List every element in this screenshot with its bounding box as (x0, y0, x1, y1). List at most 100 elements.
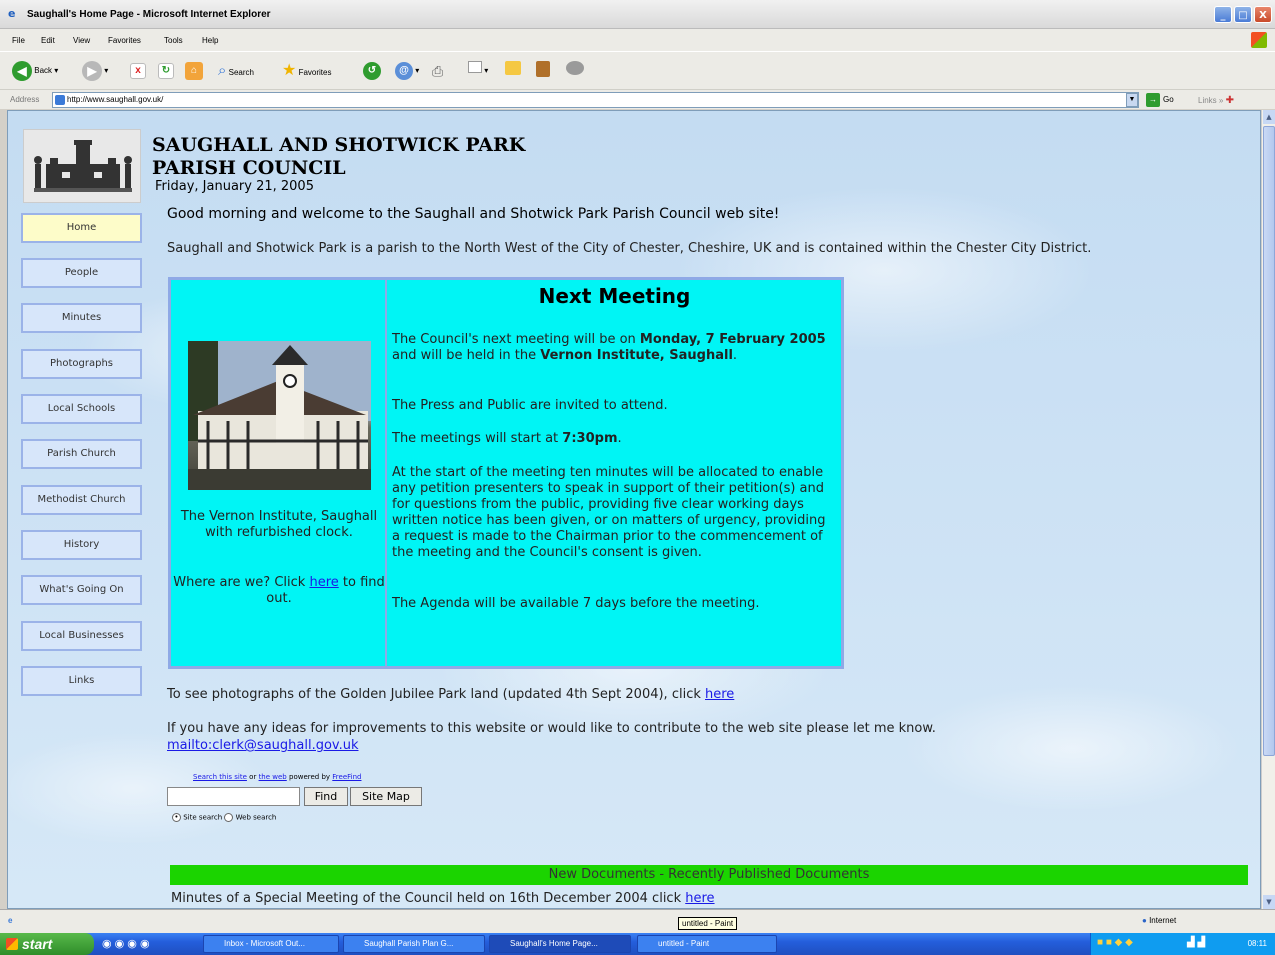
start-time-text: The meetings will start at 7:30pm. (392, 431, 622, 446)
meeting-heading: Next Meeting (538, 284, 691, 308)
windows-logo-icon (1251, 32, 1267, 48)
freefind-link[interactable]: FreeFind (332, 773, 361, 781)
search-site-link[interactable]: Search this site (193, 773, 247, 781)
intro-text: Saughall and Shotwick Park is a parish t… (167, 241, 1092, 256)
forward-button[interactable]: ▶ ▾ (82, 61, 108, 81)
start-button[interactable]: start (0, 933, 94, 955)
nav-local-businesses[interactable]: Local Businesses (21, 621, 142, 651)
status-page-icon: e (8, 916, 13, 925)
address-label: Address (10, 95, 40, 104)
stop-icon: x (130, 62, 146, 79)
task-parish-plan[interactable]: Saughall Parish Plan G... (343, 935, 485, 953)
menu-help[interactable]: Help (202, 36, 218, 45)
menu-tools[interactable]: Tools (164, 36, 183, 45)
task-paint[interactable]: untitled - Paint (637, 935, 777, 953)
nav-methodist-church[interactable]: Methodist Church (21, 485, 142, 515)
task-saughall-home[interactable]: Saughall's Home Page... (489, 935, 631, 953)
mail-button[interactable]: @ ▾ (395, 61, 419, 81)
web-search-radio[interactable] (224, 813, 234, 822)
address-bar: Address http://www.saughall.gov.uk/ ▼ → G… (0, 89, 1275, 109)
menu-edit[interactable]: Edit (41, 36, 55, 45)
go-arrow-icon: → (1146, 93, 1160, 107)
nav-links[interactable]: Links (21, 666, 142, 696)
zone-indicator: ● Internet (1142, 916, 1177, 925)
agenda-text: The Agenda will be available 7 days befo… (392, 596, 760, 611)
nav-history[interactable]: History (21, 530, 142, 560)
messenger-button[interactable] (566, 61, 584, 81)
site-search-radio[interactable]: • (172, 813, 181, 822)
taskbar: start ◉ ◉ ◉ ◉ Inbox - Microsoft Out... S… (0, 933, 1275, 955)
nav-photographs[interactable]: Photographs (21, 349, 142, 379)
close-button[interactable]: X (1254, 6, 1272, 23)
nav-people[interactable]: People (21, 258, 142, 288)
menu-file[interactable]: File (12, 36, 25, 45)
edit-button[interactable]: ▾ (468, 61, 488, 81)
minimize-button[interactable]: _ (1214, 6, 1232, 23)
star-icon: ★ (282, 62, 297, 79)
search-scope: • Site search Web search (172, 813, 276, 822)
nav-parish-church[interactable]: Parish Church (21, 439, 142, 469)
address-input[interactable]: http://www.saughall.gov.uk/ (52, 92, 1139, 108)
globe-icon: ● (1142, 916, 1147, 925)
history-button[interactable]: ↺ (363, 61, 381, 81)
quick-launch[interactable]: ◉ ◉ ◉ ◉ (102, 937, 150, 950)
scroll-up-icon[interactable]: ▲ (1263, 110, 1275, 124)
document-link[interactable]: here (685, 891, 714, 906)
address-dropdown[interactable]: ▼ (1126, 93, 1138, 107)
meeting-photo-column: The Vernon Institute, Saughall with refu… (171, 280, 387, 666)
new-documents-heading: New Documents - Recently Published Docum… (170, 865, 1248, 885)
photographs-line: To see photographs of the Golden Jubilee… (167, 687, 735, 702)
maximize-button[interactable]: □ (1234, 6, 1252, 23)
where-are-we: Where are we? Click here to find out. (173, 575, 385, 606)
task-outlook[interactable]: Inbox - Microsoft Out... (203, 935, 339, 953)
ie-icon: e (8, 7, 16, 20)
folder-icon (505, 61, 521, 75)
nav-local-schools[interactable]: Local Schools (21, 394, 142, 424)
nav-home[interactable]: Home (21, 213, 142, 243)
edit-icon (468, 61, 482, 73)
where-link[interactable]: here (309, 575, 338, 590)
status-bar: e ● Internet (0, 909, 1275, 933)
vernon-institute-photo (188, 341, 371, 490)
search-input[interactable] (167, 787, 300, 806)
vertical-scrollbar[interactable]: ▲ ▼ (1261, 110, 1275, 909)
scroll-thumb[interactable] (1263, 126, 1275, 756)
title-bar: e Saughall's Home Page - Microsoft Inter… (0, 0, 1275, 29)
clock: 08:11 (1247, 939, 1267, 948)
window-title: Saughall's Home Page - Microsoft Interne… (27, 9, 271, 20)
home-button[interactable]: ⌂ (185, 61, 203, 81)
network-icon[interactable]: ▟ ▟ (1187, 937, 1205, 948)
home-icon: ⌂ (185, 61, 203, 80)
print-button[interactable]: ⎙ (432, 61, 443, 81)
mail-icon: @ (395, 61, 413, 80)
links-toolbar[interactable]: Links » ✚ (1198, 95, 1234, 106)
go-button[interactable]: → Go (1146, 93, 1174, 107)
photo-caption: The Vernon Institute, Saughall with refu… (180, 509, 378, 540)
search-web-link[interactable]: the web (259, 773, 287, 781)
research-button[interactable] (536, 61, 550, 81)
mailto-link[interactable]: mailto:clerk@saughall.gov.uk (167, 738, 359, 753)
site-map-button[interactable]: Site Map (350, 787, 422, 806)
folder-button[interactable] (505, 61, 521, 81)
page-icon (55, 95, 65, 105)
menu-view[interactable]: View (73, 36, 90, 45)
search-button[interactable]: ⌕ Search (218, 61, 254, 81)
tray-icons[interactable]: ■ ■ ◆ ◆ (1097, 937, 1133, 948)
scroll-down-icon[interactable]: ▼ (1263, 895, 1275, 909)
back-button[interactable]: ◀ Back ▾ (12, 61, 58, 81)
nav-whats-going-on[interactable]: What's Going On (21, 575, 142, 605)
petition-text: At the start of the meeting ten minutes … (392, 465, 826, 560)
meeting-date-text: The Council's next meeting will be on Mo… (392, 332, 826, 363)
search-icon: ⌕ (218, 62, 227, 79)
address-url: http://www.saughall.gov.uk/ (67, 95, 164, 104)
favorites-button[interactable]: ★ Favorites (282, 61, 331, 81)
messenger-icon (566, 61, 584, 75)
press-public-text: The Press and Public are invited to atte… (392, 398, 668, 413)
menu-favorites[interactable]: Favorites (108, 36, 141, 45)
find-button[interactable]: Find (304, 787, 348, 806)
nav-minutes[interactable]: Minutes (21, 303, 142, 333)
photographs-link[interactable]: here (705, 687, 734, 702)
refresh-button[interactable]: ↻ (158, 61, 174, 81)
forward-arrow-icon: ▶ (82, 61, 102, 81)
stop-button[interactable]: x (130, 61, 146, 81)
